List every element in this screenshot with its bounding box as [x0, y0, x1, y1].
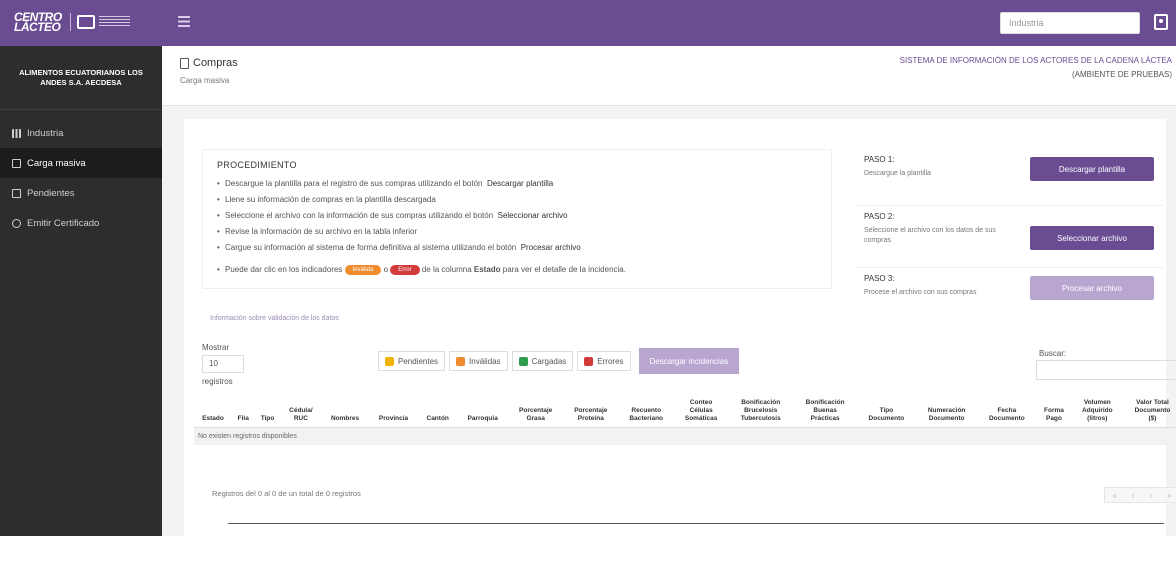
- records-table: Estado Fila Tipo Cédula/ RUC Nombres Pro…: [194, 397, 1176, 445]
- procedure-step-3: Seleccione el archivo con la información…: [217, 208, 817, 224]
- col-header[interactable]: Recuento Bacteriano: [618, 397, 675, 428]
- step-desc: Seleccione el archivo con los datos de s…: [864, 227, 996, 244]
- prev-page-icon[interactable]: ‹: [1132, 491, 1135, 500]
- col-header[interactable]: Fila: [232, 397, 255, 428]
- col-header[interactable]: Cédula/ RUC: [280, 397, 322, 428]
- col-header[interactable]: Fecha Documento: [977, 397, 1037, 428]
- show-suffix: registros: [202, 377, 233, 386]
- procedure-heading: PROCEDIMIENTO: [217, 160, 297, 170]
- sidebar-item-label: Emitir Certificado: [27, 217, 100, 229]
- hamburger-menu-icon[interactable]: [178, 16, 190, 27]
- step-1: PASO 1: Descargue la plantilla Descargar…: [856, 149, 1164, 199]
- document-icon: [180, 57, 189, 69]
- environment-label: (AMBIENTE DE PRUEBAS): [1071, 70, 1172, 79]
- col-header[interactable]: Tipo: [254, 397, 281, 428]
- industry-search-input[interactable]: Industria: [1000, 12, 1140, 34]
- col-header[interactable]: Porcentaje Grasa: [508, 397, 564, 428]
- col-header[interactable]: Estado: [194, 397, 232, 428]
- step-3: PASO 3: Procese el archivo con sus compr…: [856, 267, 1164, 317]
- page-title: Compras: [180, 57, 238, 69]
- records-info: Registros del 0 al 0 de un total de 0 re…: [212, 489, 361, 498]
- procedure-box: PROCEDIMIENTO Descargue la plantilla par…: [202, 149, 832, 289]
- procedure-step-4: Revise la información de su archivo en l…: [217, 224, 817, 240]
- divider: [228, 523, 1164, 524]
- error-badge: Error: [390, 264, 420, 275]
- logo[interactable]: CENTRO LÁCTEO: [14, 8, 154, 36]
- sidebar: ALIMENTOS ECUATORIANOS LOS ANDES S.A. AE…: [0, 46, 162, 536]
- page-header: Compras Carga masiva SISTEMA DE INFORMAC…: [162, 46, 1176, 106]
- procedure-note: Puede dar clic en los indicadores Inváli…: [217, 262, 817, 278]
- col-header[interactable]: Porcentaje Proteína: [563, 397, 619, 428]
- logo-secondary: [69, 13, 130, 31]
- show-label: Mostrar: [202, 343, 230, 352]
- next-page-icon[interactable]: ›: [1149, 491, 1152, 500]
- table-search-input[interactable]: [1036, 360, 1176, 380]
- page-size-select[interactable]: 10: [202, 355, 244, 373]
- sidebar-item-label: Pendientes: [27, 187, 75, 199]
- logo-text: CENTRO LÁCTEO: [14, 10, 62, 34]
- validation-info-link[interactable]: Información sobre validación de los dato…: [210, 315, 339, 322]
- procedure-step-5: Cargue su información al sistema de form…: [217, 240, 817, 256]
- filter-pendientes-button[interactable]: Pendientes: [378, 351, 446, 371]
- inline-select-label: Seleccionar archivo: [497, 211, 568, 220]
- col-header[interactable]: Forma Pago: [1036, 397, 1072, 428]
- certificate-icon: [12, 218, 21, 228]
- empty-message: No existen registros disponibles: [194, 427, 1176, 445]
- col-header[interactable]: Bonificación Buenas Prácticas: [793, 397, 857, 428]
- step-desc: Procese el archivo con sus compras: [864, 289, 977, 296]
- col-header[interactable]: Conteo Células Somáticas: [674, 397, 729, 428]
- breadcrumb: Carga masiva: [180, 76, 230, 85]
- user-menu-icon[interactable]: [1154, 14, 1168, 30]
- inline-download-label: Descargar plantilla: [486, 179, 554, 188]
- col-header[interactable]: Cantón: [418, 397, 458, 428]
- sidebar-item-industria[interactable]: Industria: [0, 118, 162, 148]
- top-bar: CENTRO LÁCTEO Industria: [0, 0, 1176, 46]
- download-template-button[interactable]: Descargar plantilla: [1030, 157, 1154, 181]
- step-2: PASO 2: Seleccione el archivo con los da…: [856, 205, 1164, 255]
- filter-errores-button[interactable]: Errores: [577, 351, 631, 371]
- step-title: PASO 2:: [864, 212, 895, 221]
- pagination[interactable]: « ‹ › »: [1104, 487, 1176, 503]
- col-header[interactable]: Bonificación Brucelosis Tuberculosis: [728, 397, 794, 428]
- invalid-badge: Inválida: [344, 264, 382, 275]
- process-file-button[interactable]: Procesar archivo: [1030, 276, 1154, 300]
- main-content: Compras Carga masiva SISTEMA DE INFORMAC…: [162, 46, 1176, 582]
- steps-panel: PASO 1: Descargue la plantilla Descargar…: [856, 149, 1164, 319]
- inline-process-label: Procesar archivo: [520, 243, 581, 252]
- search-label: Buscar:: [1039, 349, 1067, 358]
- table-row: No existen registros disponibles: [194, 427, 1176, 445]
- col-header[interactable]: Parroquia: [457, 397, 509, 428]
- sidebar-item-carga-masiva[interactable]: Carga masiva: [0, 148, 162, 178]
- status-filters: Pendientes Inválidas Cargadas Errores De…: [378, 348, 740, 374]
- procedure-step-1: Descargue la plantilla para el registro …: [217, 176, 817, 192]
- first-page-icon[interactable]: «: [1112, 491, 1116, 500]
- col-header[interactable]: Volumen Adquirido (litros): [1071, 397, 1123, 428]
- chart-icon: [12, 128, 21, 138]
- system-title: SISTEMA DE INFORMACIÓN DE LOS ACTORES DE…: [899, 56, 1172, 65]
- sidebar-item-label: Industria: [27, 127, 64, 139]
- col-header[interactable]: Valor Total Documento ($): [1122, 397, 1176, 428]
- col-header[interactable]: Tipo Documento: [856, 397, 916, 428]
- col-header[interactable]: Provincia: [368, 397, 419, 428]
- select-file-button[interactable]: Seleccionar archivo: [1030, 226, 1154, 250]
- col-header[interactable]: Numeración Documento: [915, 397, 978, 428]
- step-title: PASO 1:: [864, 155, 895, 164]
- procedure-step-2: Llene su información de compras en la pl…: [217, 192, 817, 208]
- filter-cargadas-button[interactable]: Cargadas: [511, 351, 574, 371]
- list-icon: [12, 188, 21, 198]
- step-desc: Descargue la plantilla: [864, 170, 931, 177]
- col-header[interactable]: Nombres: [321, 397, 369, 428]
- page-title-text: Compras: [193, 57, 238, 69]
- sidebar-item-label: Carga masiva: [27, 157, 86, 169]
- filter-invalidas-button[interactable]: Inválidas: [449, 351, 508, 371]
- step-title: PASO 3:: [864, 274, 895, 283]
- download-incidents-button[interactable]: Descargar incidencias: [638, 348, 740, 374]
- file-icon: [12, 158, 21, 168]
- company-name: ALIMENTOS ECUATORIANOS LOS ANDES S.A. AE…: [0, 46, 162, 110]
- content-card: PROCEDIMIENTO Descargue la plantilla par…: [184, 119, 1176, 582]
- last-page-icon[interactable]: »: [1167, 491, 1171, 500]
- sidebar-item-pendientes[interactable]: Pendientes: [0, 178, 162, 208]
- sidebar-item-emitir-certificado[interactable]: Emitir Certificado: [0, 208, 162, 238]
